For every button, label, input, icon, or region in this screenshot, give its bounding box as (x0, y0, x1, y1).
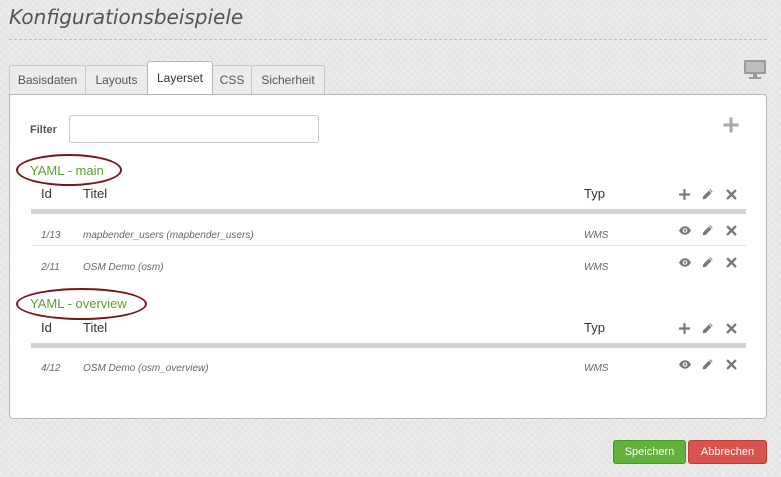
layerset-title-main: YAML - main (30, 163, 104, 178)
row-id: 1/13 (41, 230, 61, 241)
header-bar (31, 209, 746, 214)
row-title: mapbender_users (mapbender_users) (83, 230, 254, 241)
add-layerset-icon[interactable] (722, 116, 740, 134)
save-button[interactable]: Speichern (613, 440, 686, 464)
header-bar (31, 343, 746, 348)
row-type: WMS (584, 262, 609, 273)
layerset-panel: Filter YAML - main Id Titel Typ 1/13 map… (9, 94, 767, 419)
tab-bar: Basisdaten Layouts Layerset CSS Sicherhe… (9, 61, 325, 95)
add-instance-icon[interactable] (678, 188, 691, 201)
layerset-title-overview: YAML - overview (30, 296, 127, 311)
column-header-id: Id (41, 320, 52, 335)
column-header-type: Typ (584, 186, 605, 201)
tab-sicherheit[interactable]: Sicherheit (251, 65, 325, 94)
title-divider (9, 39, 767, 40)
delete-layerset-icon[interactable] (725, 322, 738, 335)
add-instance-icon[interactable] (678, 322, 691, 335)
column-header-id: Id (41, 186, 52, 201)
filter-input[interactable] (69, 115, 319, 143)
tab-layouts[interactable]: Layouts (85, 65, 148, 94)
row-type: WMS (584, 363, 609, 374)
pencil-icon[interactable] (701, 256, 714, 269)
cancel-button[interactable]: Abbrechen (688, 440, 767, 464)
tab-css[interactable]: CSS (212, 65, 252, 94)
tab-basisdaten[interactable]: Basisdaten (9, 65, 86, 94)
edit-layerset-icon[interactable] (701, 188, 714, 201)
column-header-title: Titel (83, 320, 108, 335)
edit-layerset-icon[interactable] (701, 322, 714, 335)
eye-icon[interactable] (678, 224, 692, 237)
filter-label: Filter (30, 124, 57, 136)
row-type: WMS (584, 230, 609, 241)
monitor-icon[interactable] (743, 58, 767, 80)
close-icon[interactable] (725, 224, 738, 237)
pencil-icon[interactable] (701, 224, 714, 237)
row-title: OSM Demo (osm_overview) (83, 363, 209, 374)
pencil-icon[interactable] (701, 358, 714, 371)
page-title: Konfigurationsbeispiele (9, 5, 244, 29)
eye-icon[interactable] (678, 256, 692, 269)
tab-layerset[interactable]: Layerset (147, 61, 213, 94)
column-header-title: Titel (83, 186, 108, 201)
row-title: OSM Demo (osm) (83, 262, 164, 273)
row-id: 4/12 (41, 363, 61, 374)
column-header-type: Typ (584, 320, 605, 335)
delete-layerset-icon[interactable] (725, 188, 738, 201)
row-divider (31, 245, 746, 246)
close-icon[interactable] (725, 256, 738, 269)
eye-icon[interactable] (678, 358, 692, 371)
row-id: 2/11 (41, 262, 60, 273)
close-icon[interactable] (725, 358, 738, 371)
